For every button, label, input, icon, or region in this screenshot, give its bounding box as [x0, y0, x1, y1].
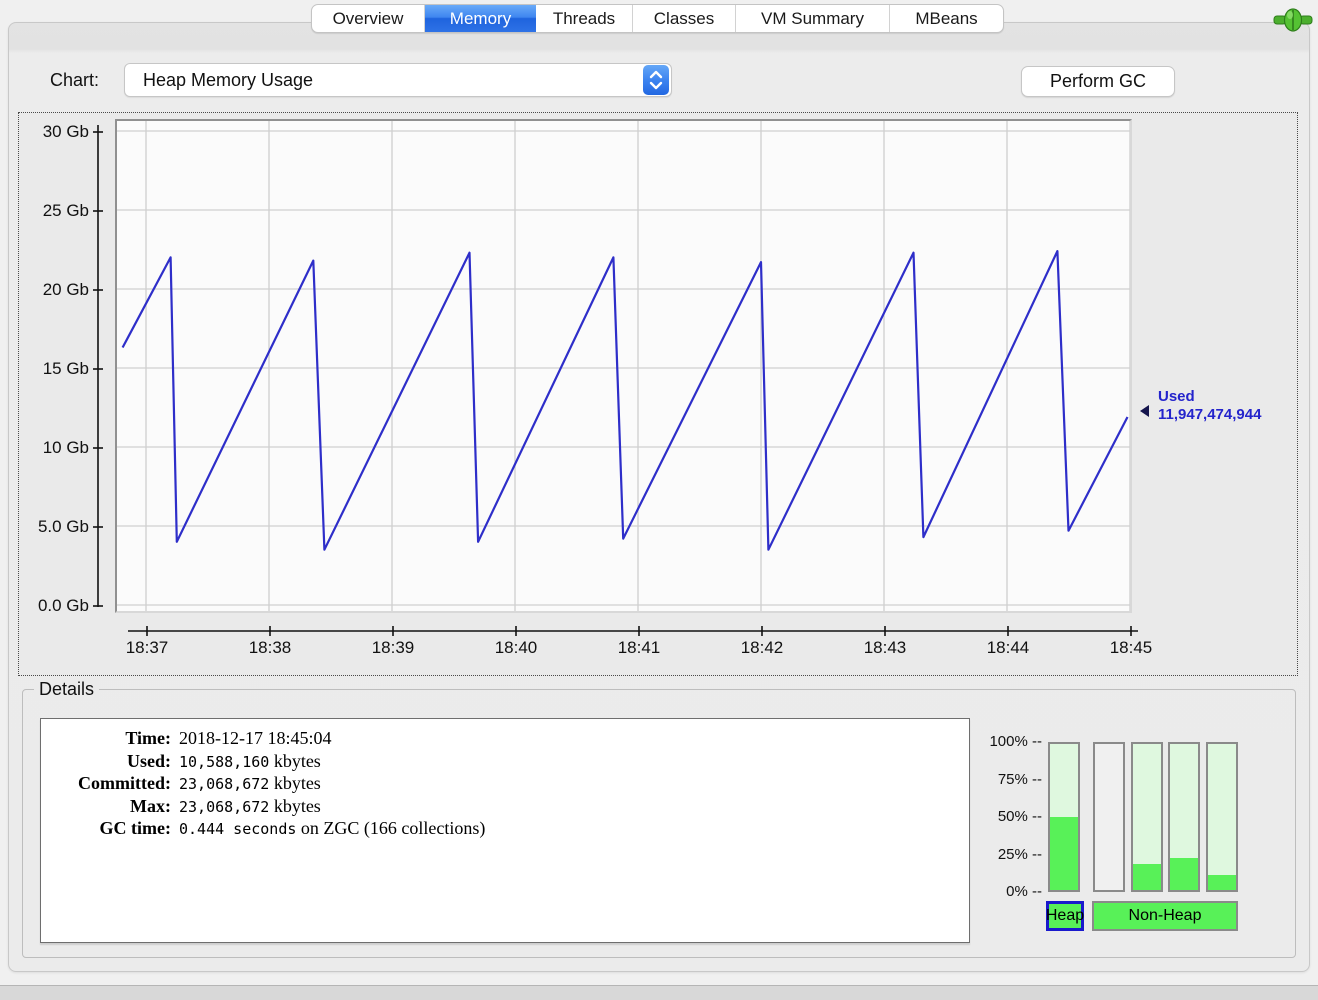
detail-row-used: Used: 10,588,160 kbytes [127, 750, 321, 771]
details-group-legend: Details [34, 679, 100, 700]
bar-fill [1133, 863, 1161, 890]
series-pointer-arrow-icon [1140, 405, 1149, 417]
chart-dropdown-label: Chart: [50, 70, 100, 90]
bar-fill [1208, 875, 1236, 890]
memory-pool-bar-non-heap-4[interactable] [1206, 742, 1238, 892]
chart-dropdown-value: Heap Memory Usage [143, 69, 314, 90]
tab-mbeans[interactable]: MBeans [890, 5, 1003, 32]
tab-threads[interactable]: Threads [536, 5, 633, 32]
window-bottom-strip [0, 985, 1318, 1000]
used-series-value: 11,947,474,944 [1158, 406, 1262, 423]
non-heap-pool-button[interactable]: Non-Heap [1092, 901, 1238, 931]
chart-dropdown[interactable]: Heap Memory Usage [124, 63, 672, 97]
details-text-area[interactable]: Time: 2018-12-17 18:45:04 Used: 10,588,1… [40, 718, 970, 943]
percent-scale-label: 75% -- [997, 770, 1042, 788]
tab-bar: Overview Memory Threads Classes VM Summa… [311, 4, 1004, 33]
heap-pool-button[interactable]: Heap [1046, 901, 1084, 931]
memory-pool-bar-heap[interactable] [1048, 742, 1080, 892]
memory-pool-bar-non-heap-2[interactable] [1131, 742, 1163, 892]
tab-memory[interactable]: Memory [425, 5, 536, 32]
percent-scale-label: 100% -- [989, 733, 1042, 750]
detail-row-max: Max: 23,068,672 kbytes [130, 795, 321, 816]
detail-row-gc-time: GC time: 0.444 seconds on ZGC (166 colle… [99, 818, 486, 838]
connected-plug-icon [1272, 6, 1314, 34]
used-series-callout: Used 11,947,474,944 [1158, 388, 1261, 424]
bar-fill [1170, 857, 1198, 890]
percent-scale-label: 0% -- [1006, 883, 1042, 900]
chart-plot-area [115, 119, 1132, 613]
detail-row-time: Time: 2018-12-17 18:45:04 [125, 728, 332, 748]
percent-scale-label: 25% -- [997, 845, 1042, 863]
percent-scale-label: 50% -- [997, 808, 1042, 825]
chevron-up-down-icon [643, 65, 669, 95]
bar-fill [1050, 817, 1078, 890]
memory-pool-bar-non-heap-1[interactable] [1093, 742, 1125, 892]
memory-pool-bar-non-heap-3[interactable] [1168, 742, 1200, 892]
perform-gc-button[interactable]: Perform GC [1021, 66, 1175, 97]
detail-row-committed: Committed: 23,068,672 kbytes [78, 773, 321, 793]
heap-usage-line-chart [117, 121, 1130, 611]
tab-classes[interactable]: Classes [633, 5, 736, 32]
tab-overview[interactable]: Overview [312, 5, 425, 32]
tab-vm-summary[interactable]: VM Summary [736, 5, 890, 32]
used-series-name: Used [1158, 388, 1195, 405]
